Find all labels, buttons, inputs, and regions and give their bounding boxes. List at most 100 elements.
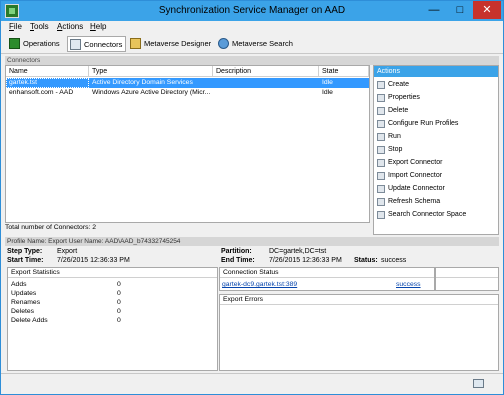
configure-run-profiles-icon <box>377 120 385 128</box>
export-connector-icon <box>377 159 385 167</box>
connectors-button[interactable]: Connectors <box>67 36 127 52</box>
table-row[interactable]: gartek.tst Active Directory Domain Servi… <box>6 78 369 88</box>
column-header-description[interactable]: Description <box>213 66 319 77</box>
action-stop[interactable]: Stop <box>376 144 402 156</box>
stat-value: 0 <box>117 299 121 306</box>
action-import-connector[interactable]: Import Connector <box>376 170 442 182</box>
connection-result-link[interactable]: success <box>396 280 421 289</box>
action-label: Delete <box>388 107 409 114</box>
connectors-table: Name Type Description State gartek.tst A… <box>5 65 370 223</box>
menu-tools[interactable]: Tools <box>30 22 49 31</box>
status-bar-icon <box>473 379 484 388</box>
connector-state-cell: Idle <box>322 79 333 86</box>
connector-state-cell: Idle <box>322 89 333 96</box>
stat-value: 0 <box>117 308 121 315</box>
step-type-value: Export <box>57 248 78 255</box>
step-type-label: Step Type: <box>7 248 43 255</box>
operations-label: Operations <box>23 39 60 48</box>
menu-file[interactable]: File <box>9 22 22 31</box>
toolbar: Operations Connectors Metaverse Designer… <box>1 34 503 54</box>
stat-value: 0 <box>117 290 121 297</box>
export-errors-title: Export Errors <box>220 295 498 305</box>
menu-actions-label: ctions <box>62 22 84 31</box>
start-time-label: Start Time: <box>7 257 44 264</box>
action-label: Refresh Schema <box>388 198 441 205</box>
connectors-label: Connectors <box>84 40 123 49</box>
end-time-value: 7/26/2015 12:36:33 PM <box>269 257 342 264</box>
menu-actions[interactable]: Actions <box>57 22 83 31</box>
stat-label: Adds <box>11 281 27 288</box>
update-connector-icon <box>377 185 385 193</box>
column-header-type[interactable]: Type <box>89 66 213 77</box>
import-connector-icon <box>377 172 385 180</box>
action-label: Import Connector <box>388 172 443 179</box>
action-properties[interactable]: Properties <box>376 92 420 104</box>
status-bar <box>1 373 503 393</box>
action-label: Search Connector Space <box>388 211 467 218</box>
app-window: Synchronization Service Manager on AAD —… <box>0 0 504 395</box>
action-run[interactable]: Run <box>376 131 401 143</box>
action-label: Export Connector <box>388 159 443 166</box>
menu-help[interactable]: Help <box>90 22 106 31</box>
profile-header: Profile Name: Export User Name: AAD\AAD_… <box>5 237 499 246</box>
title-bar[interactable]: Synchronization Service Manager on AAD —… <box>1 1 503 21</box>
action-export-connector[interactable]: Export Connector <box>376 157 442 169</box>
operations-button[interactable]: Operations <box>7 36 63 52</box>
export-statistics-panel: Export Statistics Adds 0 Updates 0 Renam… <box>7 267 218 371</box>
metaverse-designer-label: Metaverse Designer <box>144 39 212 48</box>
metaverse-designer-icon <box>130 38 141 49</box>
action-refresh-schema[interactable]: Refresh Schema <box>376 196 440 208</box>
metaverse-search-label: Metaverse Search <box>232 39 293 48</box>
stat-label: Updates <box>11 290 37 297</box>
export-statistics-title: Export Statistics <box>8 268 217 278</box>
start-time-value: 7/26/2015 12:36:33 PM <box>57 257 130 264</box>
connection-status-result-column <box>435 267 499 291</box>
table-row[interactable]: enhansoft.com - AAD Windows Azure Active… <box>6 88 369 98</box>
metaverse-search-button[interactable]: Metaverse Search <box>216 36 296 52</box>
connectors-icon <box>70 39 81 50</box>
action-create[interactable]: Create <box>376 79 409 91</box>
maximize-button[interactable]: □ <box>447 1 473 19</box>
stop-icon <box>377 146 385 154</box>
connector-name-cell: gartek.tst <box>6 78 89 88</box>
search-connector-space-icon <box>377 211 385 219</box>
menu-tools-label: ools <box>34 22 49 31</box>
menu-file-label: ile <box>13 22 22 31</box>
action-label: Run <box>388 133 401 140</box>
stat-label: Renames <box>11 299 41 306</box>
menu-bar: File Tools Actions Help <box>1 21 503 34</box>
column-header-name[interactable]: Name <box>6 66 89 77</box>
status-label: Status: <box>354 257 378 264</box>
connector-name-cell: enhansoft.com - AAD <box>9 89 74 96</box>
action-search-connector-space[interactable]: Search Connector Space <box>376 209 466 221</box>
action-label: Stop <box>388 146 403 153</box>
operations-icon <box>9 38 20 49</box>
close-button[interactable]: ✕ <box>473 1 501 19</box>
connection-status-title: Connection Status <box>220 268 434 278</box>
action-update-connector[interactable]: Update Connector <box>376 183 445 195</box>
metaverse-search-icon <box>218 38 229 49</box>
action-configure-run-profiles[interactable]: Configure Run Profiles <box>376 118 458 130</box>
stat-label: Delete Adds <box>11 317 48 324</box>
connection-status-result-header <box>436 268 498 278</box>
connector-type-cell: Active Directory Domain Services <box>92 79 193 86</box>
run-icon <box>377 133 385 141</box>
status-value: success <box>381 257 407 264</box>
metaverse-designer-button[interactable]: Metaverse Designer <box>128 36 214 52</box>
action-label: Configure Run Profiles <box>388 120 459 127</box>
stat-value: 0 <box>117 281 121 288</box>
delete-icon <box>377 107 385 115</box>
menu-help-label: elp <box>95 22 107 31</box>
action-delete[interactable]: Delete <box>376 105 408 117</box>
partition-value: DC=gartek,DC=tst <box>269 248 327 255</box>
connectors-section-header: Connectors <box>5 56 499 65</box>
export-errors-panel: Export Errors <box>219 294 499 371</box>
stat-label: Deletes <box>11 308 35 315</box>
refresh-schema-icon <box>377 198 385 206</box>
connection-server-link[interactable]: gartek-dc9.gartek.tst:389 <box>222 280 297 289</box>
minimize-button[interactable]: — <box>421 1 447 19</box>
end-time-label: End Time: <box>221 257 255 264</box>
properties-icon <box>377 94 385 102</box>
actions-pane: Actions Create Properties Delete Configu… <box>373 65 499 235</box>
column-header-state[interactable]: State <box>319 66 369 77</box>
